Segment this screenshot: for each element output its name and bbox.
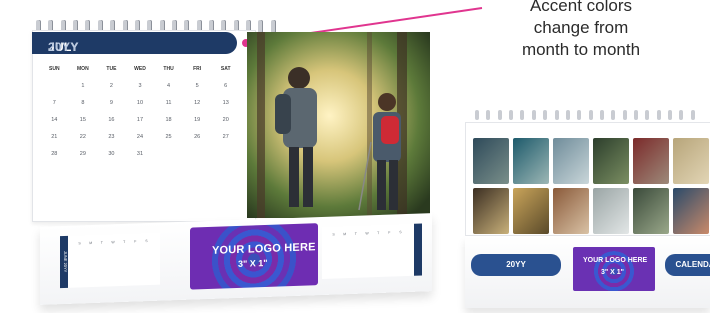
mini-day-of-week: M — [343, 232, 347, 237]
day-of-week-thu: THU — [163, 66, 174, 72]
mini-calendar-previous: JUNE 20YY S M T W T F S — [60, 232, 160, 289]
secondary-desk-calendar: 20YY YOUR LOGO HERE 3" X 1" CALENDA — [455, 110, 710, 310]
date-cell: 24 — [136, 134, 144, 140]
date-cell — [183, 151, 212, 157]
date-cell — [211, 151, 240, 157]
logo-size-small: 3" X 1" — [601, 269, 624, 276]
day-of-week-mon: MON — [77, 66, 89, 72]
date-cell: 15 — [79, 117, 86, 123]
mini-day-of-week: F — [388, 230, 391, 235]
mini-day-of-week: T — [100, 240, 103, 245]
calendar-base: JUNE 20YY S M T W T F S YOUR LOGO HERE 3" X 1"… — [40, 213, 432, 305]
date-cell — [154, 151, 183, 157]
date-cell: 10 — [136, 100, 144, 106]
photo-tile — [633, 138, 669, 184]
date-cell: 7 — [52, 100, 56, 106]
year-pill: 20YY — [471, 254, 561, 276]
photo-tile — [513, 188, 549, 234]
date-cell: 21 — [51, 134, 58, 140]
date-cell: 30 — [108, 151, 115, 157]
date-cell: 12 — [194, 100, 201, 106]
logo-placeholder-small: YOUR LOGO HERE 3" X 1" — [573, 247, 655, 291]
mini-day-of-week: S — [145, 239, 148, 244]
logo-text: YOUR LOGO HERE — [212, 241, 316, 257]
date-cell: 16 — [108, 117, 115, 123]
date-cell: 14 — [51, 117, 58, 123]
photo-tile — [633, 188, 669, 234]
date-cell: 20 — [222, 117, 229, 123]
date-cell: 28 — [51, 151, 58, 157]
photo-tile — [473, 188, 509, 234]
date-cell: 23 — [108, 134, 115, 140]
date-cell: 18 — [165, 117, 172, 123]
main-desk-calendar: JULY 20YY SUN MON TUE WED THU FRI SAT 1 2 3 4 5 6 7 8 9… — [22, 20, 432, 305]
date-cell — [40, 83, 69, 89]
hikers-photo — [247, 32, 430, 218]
day-of-week-fri: FRI — [193, 66, 202, 72]
day-of-week-wed: WED — [134, 66, 146, 72]
date-cell: 29 — [79, 151, 86, 157]
mini-day-of-week: T — [377, 230, 380, 236]
photo-tile — [673, 188, 709, 234]
photo-tile-grid — [473, 138, 709, 234]
month-header: JULY 20YY — [32, 32, 237, 54]
date-cell: 25 — [165, 134, 172, 140]
date-cell: 6 — [224, 83, 228, 89]
photo-tile — [553, 138, 589, 184]
mini-day-of-week: W — [111, 240, 115, 245]
photo-tile — [513, 138, 549, 184]
date-cell: 27 — [222, 134, 229, 140]
month-year: 20YY — [48, 40, 79, 54]
logo-placeholder: YOUR LOGO HERE 3" X 1" — [190, 223, 318, 290]
date-cell: 9 — [109, 100, 113, 106]
date-cell: 13 — [222, 100, 229, 106]
mini-day-of-week: T — [354, 231, 357, 236]
mini-day-of-week: S — [332, 232, 335, 237]
date-cell: 26 — [194, 134, 201, 140]
mini-day-of-week: M — [89, 241, 93, 246]
mini-day-of-week: S — [399, 230, 402, 235]
date-cell: 3 — [138, 83, 142, 89]
photo-tile — [593, 188, 629, 234]
logo-text-small: YOUR LOGO HERE — [583, 257, 648, 264]
date-cell: 22 — [79, 134, 86, 140]
product-scene: Accent colors change from month to month… — [0, 0, 710, 313]
mini-day-of-week: W — [365, 231, 369, 236]
calendar-label-pill: CALENDA — [665, 254, 710, 276]
mini-day-of-week: S — [78, 241, 81, 246]
photo-tile — [473, 138, 509, 184]
mini-calendar-side-label: JUNE 20YY — [63, 251, 68, 273]
logo-size: 3" X 1" — [238, 257, 268, 269]
day-of-week-sat: SAT — [220, 66, 231, 72]
date-cell: 17 — [136, 117, 144, 123]
photo-tile — [553, 188, 589, 234]
mini-day-of-week: T — [123, 239, 126, 244]
date-cell: 1 — [81, 83, 85, 89]
date-cell: 19 — [194, 117, 201, 123]
date-cell: 2 — [109, 83, 113, 89]
date-cell: 8 — [81, 100, 85, 106]
photo-tile — [593, 138, 629, 184]
mini-day-of-week: F — [134, 239, 137, 244]
photo-tile — [673, 138, 709, 184]
mini-grid-previous: SMTWTFS — [74, 239, 152, 246]
mini-calendar-next: SMTWTFS — [322, 223, 422, 279]
date-cell: 5 — [195, 83, 199, 89]
mini-grid-next: SMTWTFS — [328, 230, 406, 237]
calendar-base-small: 20YY YOUR LOGO HERE 3" X 1" CALENDA — [465, 236, 710, 308]
date-cell: 4 — [167, 83, 171, 89]
day-of-week-sun: SUN — [49, 66, 60, 72]
month-grid: SUN MON TUE WED THU FRI SAT 1 2 3 4 5 6 7 8 9 10 11 12 13 14… — [40, 66, 240, 157]
day-of-week-tue: TUE — [106, 66, 117, 72]
date-cell: 31 — [136, 151, 144, 157]
spiral-binding-small — [475, 110, 695, 122]
date-cell: 11 — [165, 100, 172, 106]
